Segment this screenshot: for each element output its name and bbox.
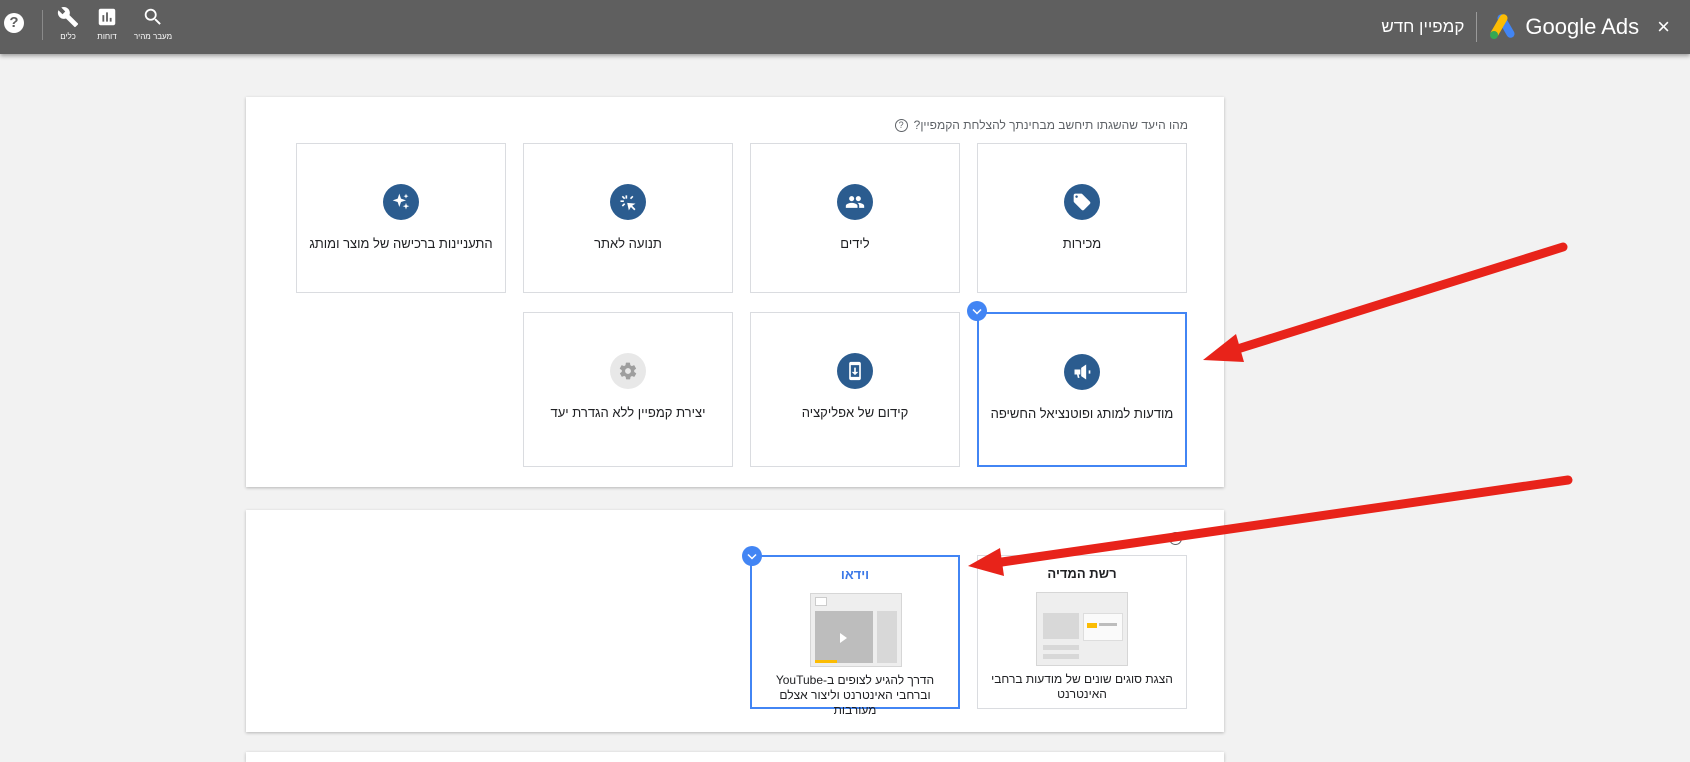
campaign-type-card: ? רשת המדיה הצגת סוגים שונים של מודעות ב… (246, 510, 1224, 732)
bar-chart-icon (98, 8, 116, 26)
campaign-type-description: הצגת סוגים שונים של מודעות ברחבי האינטרנ… (991, 672, 1173, 701)
page-title: קמפיין חדש (1381, 17, 1465, 36)
people-icon (837, 184, 873, 220)
close-button[interactable]: × (1657, 14, 1670, 40)
goal-tile-label: תנועה לאתר (594, 236, 662, 251)
red-arrow-icon (1203, 242, 1568, 362)
top-bar: ? כלים דוחות מעבר מהיר קמפיין חדש Google… (0, 0, 1690, 54)
logo-text: Google Ads (1525, 14, 1640, 39)
cursor-click-icon (610, 184, 646, 220)
help-icon[interactable]: ? (4, 13, 24, 33)
goal-tile-sales[interactable]: מכירות (977, 143, 1187, 293)
phone-download-icon (837, 353, 873, 389)
video-illustration (810, 593, 902, 667)
megaphone-icon (1064, 354, 1100, 390)
goal-tile-no-goal[interactable]: יצירת קמפיין ללא הגדרת יעד (523, 312, 733, 467)
selected-check-icon (742, 546, 762, 566)
reports-label: דוחות (97, 32, 117, 41)
sparkle-icon (383, 184, 419, 220)
campaign-type-title: רשת המדיה (1047, 566, 1117, 581)
help-circle-icon[interactable]: ? (894, 118, 908, 132)
help-circle-icon[interactable]: ? (1169, 532, 1182, 545)
goal-tile-website-traffic[interactable]: תנועה לאתר (523, 143, 733, 293)
quick-search-label: מעבר מהיר (133, 32, 173, 41)
goal-question: מהו היעד שהשגתו תיחשב מבחינתך להצלחת הקמ… (894, 118, 1188, 132)
goal-tile-product-brand-consideration[interactable]: התעניינות ברכישה של מוצר ומותג (296, 143, 506, 293)
next-section-card (246, 752, 1224, 762)
selected-check-icon (967, 301, 987, 321)
gear-icon (610, 353, 646, 389)
goal-tile-label: יצירת קמפיין ללא הגדרת יעד (550, 405, 706, 420)
brand-divider (1476, 12, 1478, 42)
goal-tile-label: מכירות (1062, 236, 1102, 251)
wrench-icon (57, 7, 79, 28)
brand-area: קמפיין חדש Google Ads × (1381, 10, 1670, 44)
search-icon (144, 8, 161, 25)
campaign-type-video[interactable]: וידאו הדרך להגיע לצופים ב-YouTube וברחבי… (750, 555, 960, 717)
display-network-illustration (1036, 592, 1128, 666)
goal-tile-label: לידים (840, 236, 870, 251)
goal-tile-brand-awareness[interactable]: מודעות למותג ופוטנציאל החשיפה (977, 312, 1187, 467)
quick-search-button[interactable]: מעבר מהיר (128, 6, 178, 41)
goal-tile-label: קידום של אפליקציה (801, 405, 909, 420)
campaign-type-description: הדרך להגיע לצופים ב-YouTube וברחבי האינט… (775, 673, 935, 717)
goal-tile-label: התעניינות ברכישה של מוצר ומותג (309, 236, 493, 251)
reports-button[interactable]: דוחות (82, 6, 132, 41)
campaign-type-title: וידאו (840, 567, 870, 582)
campaign-type-question: ? (1169, 532, 1188, 545)
campaign-type-display[interactable]: רשת המדיה הצגת סוגים שונים של מודעות ברח… (977, 555, 1187, 709)
goal-tile-app-promotion[interactable]: קידום של אפליקציה (750, 312, 960, 467)
goal-tile-label: מודעות למותג ופוטנציאל החשיפה (990, 406, 1174, 421)
tag-icon (1064, 184, 1100, 220)
goal-question-text: מהו היעד שהשגתו תיחשב מבחינתך להצלחת הקמ… (913, 118, 1188, 132)
google-ads-logo-icon (1490, 14, 1515, 39)
goal-selection-card: מהו היעד שהשגתו תיחשב מבחינתך להצלחת הקמ… (246, 97, 1224, 487)
goal-tile-leads[interactable]: לידים (750, 143, 960, 293)
